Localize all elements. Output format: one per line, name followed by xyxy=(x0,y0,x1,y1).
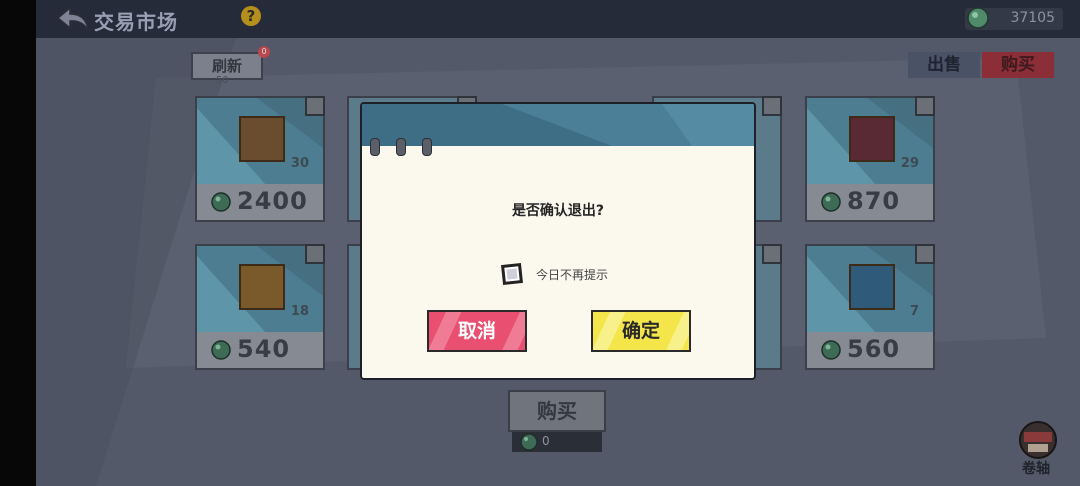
item-price: 2400 xyxy=(237,187,308,215)
market-item-card[interactable]: 29 870 xyxy=(805,96,935,222)
item-price: 540 xyxy=(237,335,291,363)
item-level: 18 xyxy=(290,304,309,319)
item-level: 7 xyxy=(909,304,919,319)
gem-icon xyxy=(821,340,841,360)
binder-ring xyxy=(422,138,432,156)
binder-ring xyxy=(370,138,380,156)
gem-icon xyxy=(520,433,538,451)
refresh-badge: 0 xyxy=(258,46,270,58)
button-stripe xyxy=(658,312,689,350)
tab-sell[interactable]: 出售 xyxy=(908,52,980,78)
select-checkbox[interactable] xyxy=(305,96,325,116)
cancel-button[interactable]: 取消 xyxy=(427,310,527,352)
dont-remind-label[interactable]: 今日不再提示 xyxy=(536,266,608,283)
confirm-exit-dialog: 是否确认退出? 今日不再提示 取消 确定 xyxy=(360,102,756,380)
dialog-header-pattern xyxy=(362,104,754,146)
total-cost: 0 xyxy=(512,432,602,452)
hero-portrait-icon xyxy=(849,116,895,162)
gem-icon xyxy=(211,192,231,212)
refresh-cost: 50 xyxy=(216,75,229,86)
button-stripe xyxy=(494,312,525,350)
back-arrow-icon[interactable] xyxy=(56,6,90,32)
tab-buy[interactable]: 购买 xyxy=(982,52,1054,78)
gem-icon xyxy=(821,192,841,212)
price-bar: 2400 xyxy=(197,184,323,220)
dialog-message: 是否确认退出? xyxy=(511,203,605,219)
scroll-label: 卷轴 xyxy=(1022,461,1050,477)
hero-portrait-icon xyxy=(849,264,895,310)
confirm-button[interactable]: 确定 xyxy=(591,310,691,352)
gem-icon xyxy=(211,340,231,360)
top-bar xyxy=(36,0,1080,38)
item-level: 30 xyxy=(290,156,309,171)
price-bar: 870 xyxy=(807,184,933,220)
page-title: 交易市场 xyxy=(94,10,178,34)
binder-ring xyxy=(396,138,406,156)
item-price: 870 xyxy=(847,187,901,215)
item-price: 560 xyxy=(847,335,901,363)
confirm-button-label: 确定 xyxy=(621,320,660,342)
market-item-card[interactable]: 18 540 xyxy=(195,244,325,370)
select-checkbox[interactable] xyxy=(915,96,935,116)
price-bar: 540 xyxy=(197,332,323,368)
market-item-card[interactable]: 7 560 xyxy=(805,244,935,370)
dialog-header xyxy=(362,104,754,146)
screen-edge xyxy=(0,0,36,486)
item-level: 29 xyxy=(900,156,919,171)
select-checkbox[interactable] xyxy=(915,244,935,264)
dont-remind-checkbox[interactable] xyxy=(501,263,523,285)
game-screen: 交易市场 ? 37105 刷新 0 50 出售 购买 30 2400 29 87… xyxy=(0,0,1080,486)
select-checkbox[interactable] xyxy=(762,244,782,264)
hero-portrait-icon xyxy=(239,264,285,310)
select-checkbox[interactable] xyxy=(762,96,782,116)
total-cost-value: 0 xyxy=(542,434,550,448)
market-item-card[interactable]: 30 2400 xyxy=(195,96,325,222)
gem-icon xyxy=(967,7,989,29)
hero-portrait-icon xyxy=(239,116,285,162)
price-bar: 560 xyxy=(807,332,933,368)
currency-display: 37105 xyxy=(965,7,1063,30)
currency-value: 37105 xyxy=(1010,10,1055,26)
cancel-button-label: 取消 xyxy=(457,320,496,342)
help-icon[interactable]: ? xyxy=(241,6,261,26)
select-checkbox[interactable] xyxy=(305,244,325,264)
buy-button[interactable]: 购买 xyxy=(508,390,606,432)
